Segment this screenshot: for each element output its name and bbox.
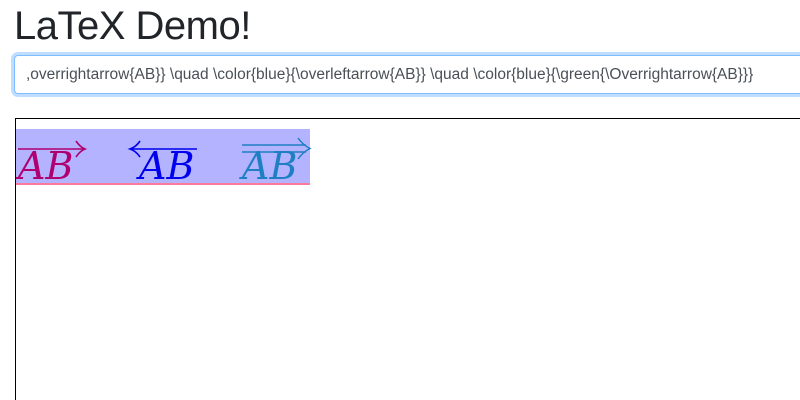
math-term-double-overrightarrow: AB <box>242 129 312 185</box>
latex-input[interactable]: ,overrightarrow{AB}} \quad \color{blue}{… <box>14 55 800 94</box>
latex-input-value: ,overrightarrow{AB}} \quad \color{blue}{… <box>26 66 754 83</box>
math-text-ab-2: AB <box>139 144 195 188</box>
math-term-overleftarrow: AB <box>127 129 203 188</box>
page-title: LaTeX Demo! <box>14 4 251 48</box>
math-text-ab-1: AB <box>18 144 74 188</box>
math-text-ab-3: AB <box>242 144 298 188</box>
math-term-overrightarrow: AB <box>18 129 88 185</box>
latex-output-area: AB AB AB <box>15 118 800 400</box>
